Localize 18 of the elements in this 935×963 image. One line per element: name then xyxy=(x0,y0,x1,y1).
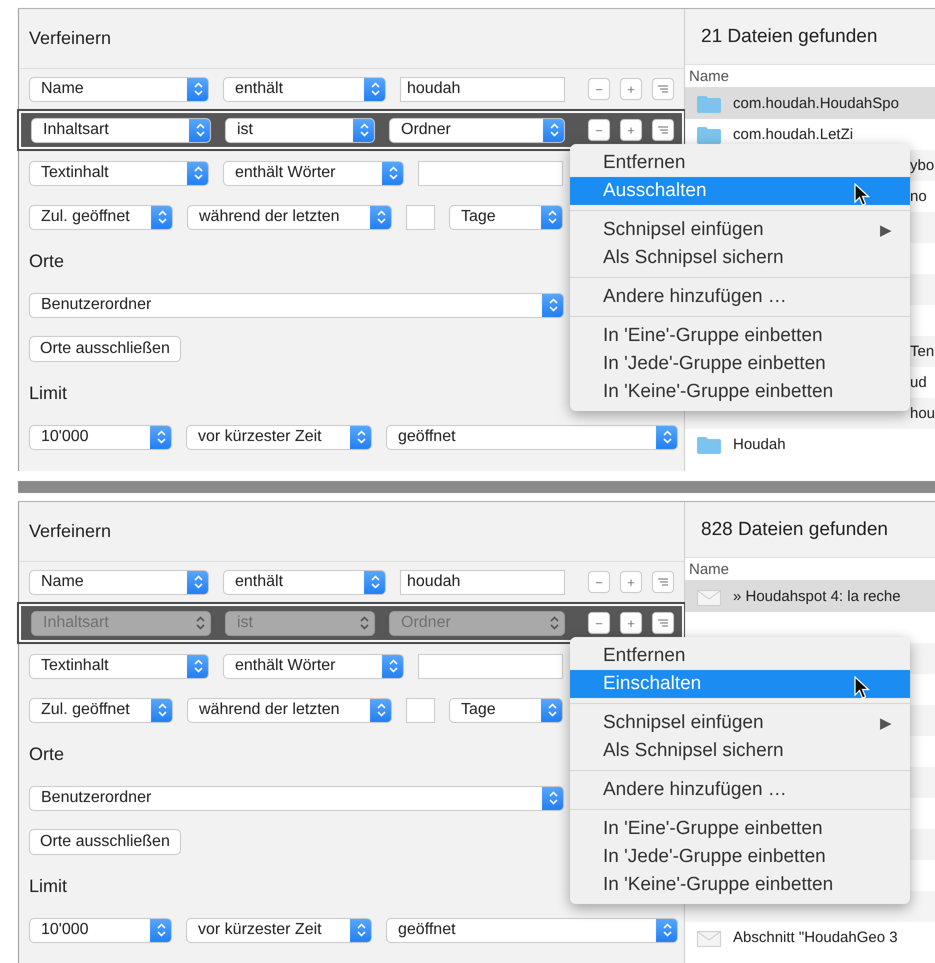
submenu-arrow: ▶ xyxy=(880,221,892,239)
section-title: Orte xyxy=(28,250,64,272)
panel-title: Verfeinern xyxy=(19,502,684,562)
section-title: Limit xyxy=(28,874,68,898)
file-name: ybo xyxy=(910,157,934,174)
section-title: Limit xyxy=(28,382,68,404)
section-title: Orte xyxy=(28,742,64,766)
results-count: 828 Dateien gefunden xyxy=(685,502,935,558)
file-name: Abschnitt "HoudahGeo 3 xyxy=(733,929,898,946)
file-name: com.houdah.HoudahSpo xyxy=(733,95,899,112)
submenu-arrow: ▶ xyxy=(880,714,892,732)
file-name: hou xyxy=(910,405,935,422)
results-count: 21 Dateien gefunden xyxy=(685,9,935,65)
file-name: com.houdah.LetZi xyxy=(733,126,854,143)
file-name: » Houdahspot 4: la reche xyxy=(733,588,901,605)
file-name: Ten xyxy=(910,343,934,360)
file-name: Houdah xyxy=(733,436,786,453)
panel-title: Verfeinern xyxy=(19,9,684,69)
